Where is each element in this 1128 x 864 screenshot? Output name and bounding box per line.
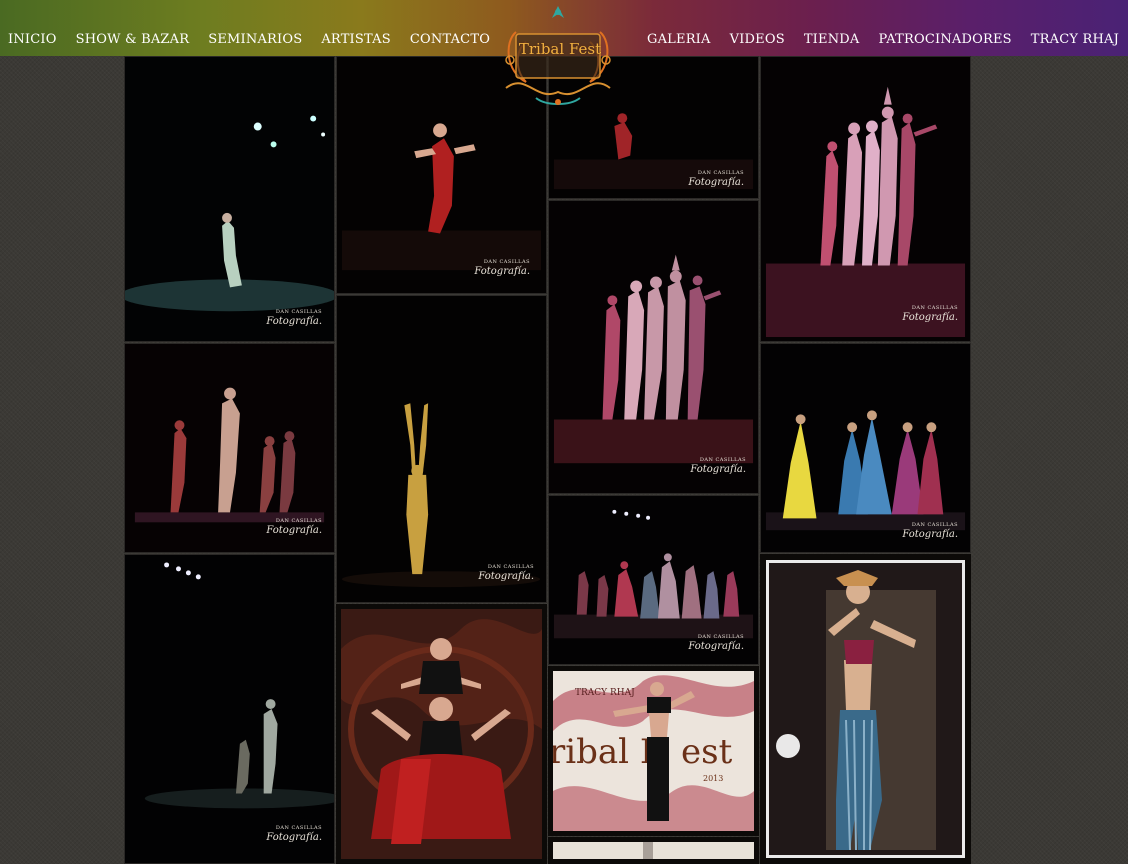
nav-contacto[interactable]: CONTACTO [410,31,490,49]
photo-watermark: DAN CASILLAS Fotografía. [266,825,322,843]
nav-tienda[interactable]: TIENDA [804,31,860,49]
photo-watermark: DAN CASILLAS Fotografía. [478,564,534,582]
nav-tracy-rhaj[interactable]: TRACY RHAJ [1031,31,1119,49]
nav-galeria[interactable]: GALERIA [647,31,711,49]
nav-videos[interactable]: VIDEOS [730,31,785,49]
poster-title-a: ribal F [553,732,663,772]
photo-watermark: DAN CASILLAS Fotografía. [902,522,958,540]
photo-watermark: DAN CASILLAS Fotografía. [902,305,958,323]
nav-artistas[interactable]: ARTISTAS [321,31,391,49]
gallery-photo-13[interactable]: DAN CASILLAS Fotografía. [760,343,971,553]
photo-watermark: DAN CASILLAS Fotografía. [266,309,322,327]
poster-title-b: est [681,732,733,772]
poster-year: 2013 [703,774,723,783]
gallery-photo-6[interactable] [336,604,547,864]
gallery-photo-8[interactable]: DAN CASILLAS Fotografía. [548,200,759,494]
gallery-photo-9[interactable]: DAN CASILLAS Fotografía. [548,495,759,665]
photo-watermark: DAN CASILLAS Fotografía. [266,518,322,536]
gallery-photo-11[interactable] [548,837,759,864]
gallery-photo-5[interactable]: DAN CASILLAS Fotografía. [336,295,547,603]
photo-watermark: DAN CASILLAS Fotografía. [474,259,530,277]
photo-watermark: DAN CASILLAS Fotografía. [690,457,746,475]
nav-right: GALERIA VIDEOS TIENDA PATROCINADORES TRA… [628,31,1119,49]
nav-inicio[interactable]: INICIO [8,31,57,49]
photo-watermark: DAN CASILLAS Fotografía. [688,170,744,188]
gallery-photo-3[interactable]: DAN CASILLAS Fotografía. [124,554,335,864]
photo-watermark: DAN CASILLAS Fotografía. [688,634,744,652]
photo-gallery: DAN CASILLAS Fotografía. DAN CASILLAS Foto… [124,0,972,864]
nav-patrocinadores[interactable]: PATROCINADORES [879,31,1012,49]
gallery-photo-2[interactable]: DAN CASILLAS Fotografía. [124,343,335,553]
gallery-photo-1[interactable]: DAN CASILLAS Fotografía. [124,56,335,342]
nav-show-bazar[interactable]: SHOW & BAZAR [76,31,190,49]
gallery-photo-14[interactable] [760,554,971,864]
nav-seminarios[interactable]: SEMINARIOS [208,31,302,49]
logo-text: Tribal Fest [518,40,602,58]
gallery-photo-10[interactable]: TRACY RHAJ ribal F est 2013 [548,666,759,836]
gallery-photo-12[interactable]: DAN CASILLAS Fotografía. [760,56,971,342]
nav-left: INICIO SHOW & BAZAR SEMINARIOS ARTISTAS … [8,31,509,49]
site-logo[interactable]: Tribal Fest [496,2,620,108]
poster-presenter: TRACY RHAJ [575,688,635,698]
